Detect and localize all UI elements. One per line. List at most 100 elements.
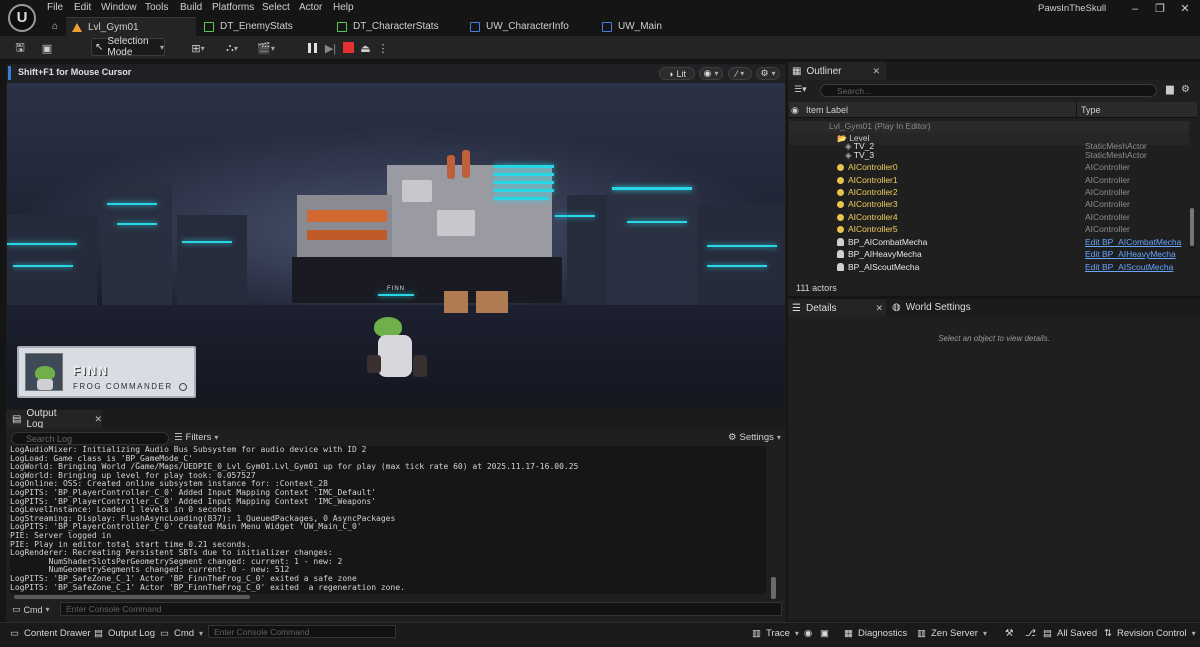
home-tab[interactable]: ⌂ (46, 17, 66, 36)
selection-mode-dropdown[interactable]: ↖ Selection Mode ▾ (91, 36, 165, 58)
outliner-row[interactable]: BP_AICombatMecha Edit BP_AICombatMecha (789, 237, 1189, 249)
show-flags-button[interactable]: ◉ ▾ (699, 67, 723, 80)
column-divider[interactable] (1076, 102, 1077, 118)
view-mode-button[interactable]: ◑ Lit (659, 67, 695, 80)
output-log-button[interactable]: ▤ Output Log (94, 626, 155, 640)
tab-outliner[interactable]: ▦ Outliner ✕ (788, 62, 886, 80)
tab-uw-main[interactable]: UW_Main (596, 17, 726, 36)
source-control-icon[interactable]: ⎇ (1025, 626, 1036, 640)
row-name: AIController4 (848, 212, 898, 222)
menu-select[interactable]: Select (262, 2, 290, 16)
tab-dt-enemystats[interactable]: DT_EnemyStats (198, 17, 328, 36)
menu-help[interactable]: Help (333, 2, 354, 16)
character-name: FINN (73, 364, 109, 378)
tab-world-settings[interactable]: ◍ World Settings (892, 302, 971, 313)
cinematics-icon[interactable]: 🎬 ▾ (253, 39, 279, 57)
server-icon: ▥ (917, 627, 926, 639)
menu-edit[interactable]: Edit (74, 2, 91, 16)
gear-icon: ⚙ (760, 68, 769, 78)
folder-add-icon[interactable]: ▆ (1166, 84, 1174, 95)
lit-sphere-icon: ◑ (668, 68, 674, 79)
pause-button[interactable] (305, 40, 320, 55)
search-log-input[interactable] (11, 432, 169, 445)
outliner-row[interactable]: AIController5 AIController (789, 224, 1189, 236)
outliner-row[interactable]: AIController2 AIController (789, 187, 1189, 199)
outliner-row[interactable]: BP_AIScoutMecha Edit BP_AIScoutMecha (789, 262, 1189, 274)
neon-strip (117, 223, 157, 225)
log-horizontal-scrollbar[interactable] (14, 595, 250, 599)
menu-build[interactable]: Build (180, 2, 202, 16)
log-scrollbar[interactable] (771, 577, 776, 599)
filter-icon: ☰ (174, 432, 183, 443)
orange-panel (307, 230, 387, 240)
cmd-button[interactable]: ▭ Cmd ▾ (160, 626, 203, 640)
tab-uw-characterinfo[interactable]: UW_CharacterInfo (464, 17, 594, 36)
performance-button[interactable]: ⁄ ▾ (728, 67, 752, 80)
more-options-icon[interactable]: ⋮ (378, 39, 389, 57)
console-command-input[interactable] (60, 602, 782, 616)
user-name[interactable]: PawsInTheSkull (1038, 3, 1106, 14)
level-badge-icon (179, 383, 187, 391)
revision-control-button[interactable]: ⇅ Revision Control ▾ (1104, 626, 1196, 640)
statusbar-console-input[interactable] (208, 625, 396, 638)
tab-lvl-gym01[interactable]: Lvl_Gym01 (66, 17, 196, 36)
add-actor-icon[interactable]: ⊞ ▾ (185, 39, 211, 57)
minimize-icon[interactable]: – (1128, 3, 1142, 15)
close-icon[interactable]: ✕ (94, 414, 102, 425)
log-settings-button[interactable]: ⚙ Settings ▾ (728, 432, 781, 443)
outliner-row[interactable]: ◈ TV_3 StaticMeshActor (789, 150, 1189, 162)
stop-button[interactable] (343, 42, 354, 53)
outliner-row[interactable]: BP_AIHeavyMecha Edit BP_AIHeavyMecha (789, 249, 1189, 261)
close-icon[interactable]: ✕ (872, 66, 880, 77)
edit-blueprint-link[interactable]: Edit BP_AIScoutMecha (1085, 262, 1173, 272)
log-output[interactable]: LogAudioMixer: Initializing Audio Bus Su… (10, 446, 766, 594)
tab-dt-characterstats[interactable]: DT_CharacterStats (331, 17, 461, 36)
outliner-row[interactable]: AIController3 AIController (789, 199, 1189, 211)
content-browser-icon[interactable]: ▣ (38, 39, 56, 57)
close-icon[interactable]: ✕ (876, 303, 884, 314)
unreal-logo-icon[interactable]: U (8, 4, 36, 32)
outliner-row[interactable]: AIController0 AIController (789, 162, 1189, 174)
blueprint-icon[interactable]: ⛬ ▾ (219, 39, 245, 57)
zen-server-button[interactable]: ▥ Zen Server ▾ (917, 626, 987, 640)
character-subtitle: FROG COMMANDER (73, 382, 173, 391)
save-icon[interactable]: 🖫 (12, 39, 28, 57)
restore-icon[interactable]: ❐ (1153, 3, 1167, 15)
trace-button[interactable]: ▥ Trace ▾ (752, 626, 799, 640)
menu-tools[interactable]: Tools (145, 2, 168, 16)
outliner-row[interactable]: Lvl_Gym01 (Play In Editor) (789, 121, 1189, 134)
record-icon[interactable]: ◉ (804, 626, 812, 640)
diagnostics-button[interactable]: ▦ Diagnostics (844, 626, 907, 640)
type-column[interactable]: Type (1081, 105, 1101, 115)
viewport-options-icon[interactable] (8, 66, 11, 80)
menu-file[interactable]: File (47, 2, 63, 16)
row-name: TV_3 (853, 150, 875, 160)
gear-icon[interactable]: ⚙ (1181, 84, 1190, 95)
edit-blueprint-link[interactable]: Edit BP_AICombatMecha (1085, 237, 1181, 247)
outliner-row[interactable]: AIController1 AIController (789, 175, 1189, 187)
edit-blueprint-link[interactable]: Edit BP_AIHeavyMecha (1085, 249, 1176, 259)
viewport-settings-button[interactable]: ⚙ ▾ (756, 67, 780, 80)
eject-icon[interactable]: ⏏ (358, 39, 373, 57)
menu-actor[interactable]: Actor (299, 2, 322, 16)
outliner-row[interactable]: AIController4 AIController (789, 212, 1189, 224)
save-all-icon: ▤ (1043, 627, 1052, 639)
cmd-dropdown[interactable]: ▭ Cmd ▾ (12, 604, 50, 615)
visibility-eye-icon[interactable]: ◉ (791, 105, 799, 116)
close-icon[interactable]: ✕ (1178, 3, 1192, 15)
filters-button[interactable]: ☰ Filters ▾ (174, 432, 218, 443)
screenshot-icon[interactable]: ▣ (820, 626, 829, 640)
tab-details[interactable]: ☰ Details ✕ (788, 299, 886, 317)
menu-platforms[interactable]: Platforms (212, 2, 254, 16)
row-type: AIController (1085, 224, 1130, 234)
frame-skip-icon[interactable]: ▶| (323, 39, 338, 57)
filter-dropdown-icon[interactable]: ☰▾ (794, 84, 807, 95)
wrench-icon[interactable]: ⚒ (1005, 626, 1014, 640)
tab-output-log[interactable]: ▤ Output Log ✕ (6, 408, 102, 430)
item-label-column[interactable]: Item Label (806, 105, 848, 115)
outliner-search-input[interactable] (820, 84, 1157, 97)
outliner-scrollbar[interactable] (1190, 208, 1194, 246)
content-drawer-button[interactable]: ▭ Content Drawer (10, 626, 91, 640)
all-saved-button[interactable]: ▤ All Saved (1043, 626, 1097, 640)
menu-window[interactable]: Window (101, 2, 137, 16)
